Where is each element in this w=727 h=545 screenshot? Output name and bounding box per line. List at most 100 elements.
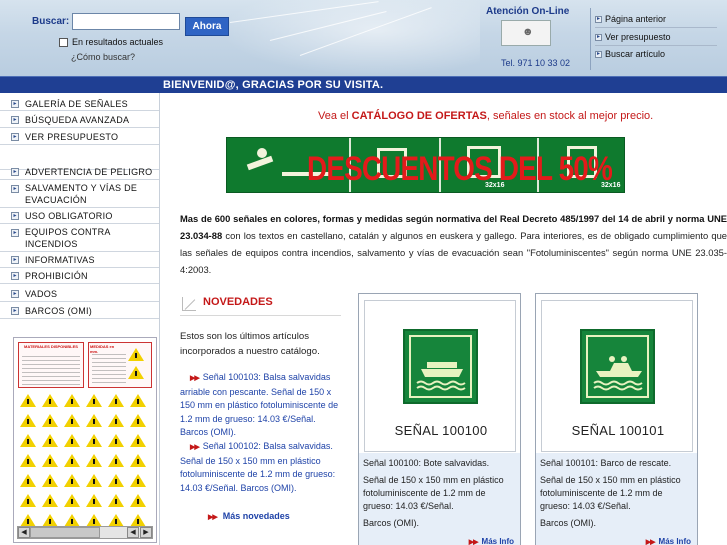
news-icon [182, 297, 196, 311]
catalog-thumbnail-header: MATERIALES DISPONIBLES MEDIDAS en mm. [18, 342, 152, 390]
intro-rest: con los textos en castellano, catalán y … [180, 230, 727, 275]
banner-size-label: 32x16 [485, 182, 505, 189]
arrow-right-icon: ▸ [11, 272, 19, 280]
thumb-heading-left: MATERIALES DISPONIBLES [24, 344, 78, 349]
in-results-checkbox[interactable] [59, 38, 68, 47]
sidebar-item-danger[interactable]: ▸ ADVERTENCIA DE PELIGRO [0, 165, 159, 180]
arrow-right-icon: ▸ [11, 212, 19, 220]
search-label: Buscar: [32, 16, 70, 27]
banner-discount-text: DESCUENTOS DEL 50% [307, 150, 613, 188]
thumbnail-scrollbar[interactable]: ◀ ◀ ▶ [17, 526, 153, 539]
double-arrow-icon: ▶▶ [190, 444, 200, 451]
sidebar-item-mandatory[interactable]: ▸ USO OBLIGATORIO [0, 209, 159, 224]
welcome-text: BIENVENID@, GRACIAS POR SU VISITA. [163, 79, 384, 91]
arrow-right-icon: ▸ [11, 133, 19, 141]
arrow-right-icon: ▸ [11, 116, 19, 124]
product-body: Señal de 150 x 150 mm en plástico fotolu… [363, 475, 504, 511]
view-budget-label: Ver presupuesto [605, 32, 671, 42]
sidebar-item-fire-equipment[interactable]: ▸ EQUIPOS CONTRA INCENDIOS [0, 225, 159, 252]
more-info-link[interactable]: ▶▶ Más Info [646, 535, 691, 545]
scroll-left-icon[interactable]: ◀ [18, 527, 30, 538]
product-category: Barcos (OMI). [363, 518, 420, 528]
product-image[interactable]: SEÑAL 100101 [541, 300, 693, 452]
sidebar-item-label: VADOS [25, 289, 58, 299]
scroll-right-icon[interactable]: ▶ [140, 527, 152, 538]
header-background [220, 0, 480, 76]
user-icon: ☻ [522, 26, 534, 38]
thumb-heading-right: MEDIDAS en mm. [90, 344, 115, 354]
arrow-right-icon: ▸ [595, 34, 602, 42]
news-item-text: Señal 100103: Balsa salvavidas arriable … [180, 372, 339, 437]
news-item[interactable]: ▶▶ Señal 100103: Balsa salvavidas arriabl… [180, 371, 345, 440]
arrow-right-icon: ▸ [11, 229, 19, 237]
chat-button[interactable]: ☻ [501, 20, 551, 46]
sidebar-item-vados[interactable]: ▸ VADOS [0, 287, 159, 302]
sidebar-item-evacuation[interactable]: ▸ SALVAMENTO Y VÍAS DE EVACUACIÓN [0, 181, 159, 208]
product-description: Señal 100100: Bote salvavidas. Señal de … [359, 453, 520, 545]
product-card[interactable]: SEÑAL 100101 Señal 100101: Barco de resc… [535, 293, 698, 545]
more-info-link[interactable]: ▶▶ Más Info [469, 535, 514, 545]
intro-paragraph: Mas de 600 señales en colores, formas y … [180, 210, 727, 278]
news-item[interactable]: ▶▶ Señal 100102: Balsa salvavidas. Señal … [180, 440, 345, 495]
news-intro: Estos son los últimos artículos incorpor… [180, 331, 320, 357]
more-news-label: Más novedades [222, 511, 290, 521]
offer-prefix: Vea el [318, 110, 352, 122]
product-code: SEÑAL 100101 [571, 423, 665, 438]
rescue-boat-icon [593, 356, 643, 391]
sidebar-item-label: INFORMATIVAS [25, 255, 95, 265]
banner-size-label: 32x16 [601, 182, 621, 189]
product-title: Señal 100100: Bote salvavidas. [363, 458, 490, 468]
lifeboat-icon [416, 362, 466, 391]
sidebar-item-view-budget[interactable]: ▸ VER PRESUPUESTO [0, 130, 159, 145]
arrow-right-icon: ▸ [595, 16, 602, 24]
sidebar-item-label: BARCOS (OMI) [25, 306, 93, 316]
sidebar-item-gallery[interactable]: ▸ GALERÍA DE SEÑALES [0, 97, 159, 111]
view-budget-link[interactable]: ▸ Ver presupuesto [595, 32, 671, 42]
how-to-search-link[interactable]: ¿Cómo buscar? [71, 52, 135, 62]
arrow-right-icon: ▸ [11, 100, 19, 108]
catalog-thumbnail[interactable]: MATERIALES DISPONIBLES MEDIDAS en mm. ◀ … [13, 337, 157, 543]
sidebar-item-informative[interactable]: ▸ INFORMATIVAS [0, 253, 159, 268]
welcome-bar: BIENVENID@, GRACIAS POR SU VISITA. [0, 76, 727, 93]
sidebar: ▸ GALERÍA DE SEÑALES ▸ BÚSQUEDA AVANZADA… [0, 93, 159, 545]
scroll-left-icon[interactable]: ◀ [127, 527, 139, 538]
product-category: Barcos (OMI). [540, 518, 597, 528]
sidebar-item-label: PROHIBICIÓN [25, 271, 88, 281]
main-content: Vea el CATÁLOGO DE OFERTAS, señales en s… [159, 93, 727, 545]
sidebar-item-advanced-search[interactable]: ▸ BÚSQUEDA AVANZADA [0, 113, 159, 128]
offer-line: Vea el CATÁLOGO DE OFERTAS, señales en s… [318, 110, 653, 122]
search-article-label: Buscar artículo [605, 49, 666, 59]
sidebar-item-ships[interactable]: ▸ BARCOS (OMI) [0, 304, 159, 319]
double-arrow-icon: ▶▶ [645, 539, 656, 545]
double-arrow-icon: ▶▶ [190, 375, 200, 382]
offer-suffix: , señales en stock al mejor precio. [486, 110, 654, 122]
arrow-right-icon: ▸ [11, 256, 19, 264]
rescue-boat-sign [580, 329, 655, 404]
search-button[interactable]: Ahora [185, 17, 229, 36]
arrow-right-icon: ▸ [11, 185, 19, 193]
discount-banner[interactable]: DESCUENTOS DEL 50% 32x16 32x16 [226, 137, 625, 193]
product-body: Señal de 150 x 150 mm en plástico fotolu… [540, 475, 681, 511]
sidebar-item-label: SALVAMENTO Y VÍAS DE EVACUACIÓN [25, 183, 138, 205]
product-image[interactable]: SEÑAL 100100 [364, 300, 516, 452]
header: Buscar: Ahora En resultados actuales ¿Có… [0, 0, 727, 76]
previous-page-link[interactable]: ▸ Página anterior [595, 14, 666, 24]
scroll-thumb[interactable] [30, 527, 100, 538]
product-card[interactable]: SEÑAL 100100 Señal 100100: Bote salvavid… [358, 293, 521, 545]
double-arrow-icon: ▶▶ [468, 539, 479, 545]
product-description: Señal 100101: Barco de rescate. Señal de… [536, 453, 697, 545]
double-arrow-icon: ▶▶ [208, 514, 218, 521]
sidebar-item-prohibition[interactable]: ▸ PROHIBICIÓN [0, 269, 159, 284]
news-item-text: Señal 100102: Balsa salvavidas. Señal de… [180, 441, 336, 493]
search-article-link[interactable]: ▸ Buscar artículo [595, 49, 665, 59]
news-title: NOVEDADES [203, 296, 273, 308]
search-input[interactable] [72, 13, 180, 30]
arrow-right-icon: ▸ [11, 307, 19, 315]
arrow-right-icon: ▸ [11, 290, 19, 298]
more-info-label: Más Info [481, 537, 514, 545]
offer-catalog-link[interactable]: CATÁLOGO DE OFERTAS [352, 110, 487, 122]
sidebar-item-label: EQUIPOS CONTRA INCENDIOS [25, 227, 111, 249]
arrow-right-icon: ▸ [595, 51, 602, 59]
sidebar-item-label: GALERÍA DE SEÑALES [25, 99, 128, 109]
more-news-link[interactable]: ▶▶ Más novedades [208, 511, 290, 521]
